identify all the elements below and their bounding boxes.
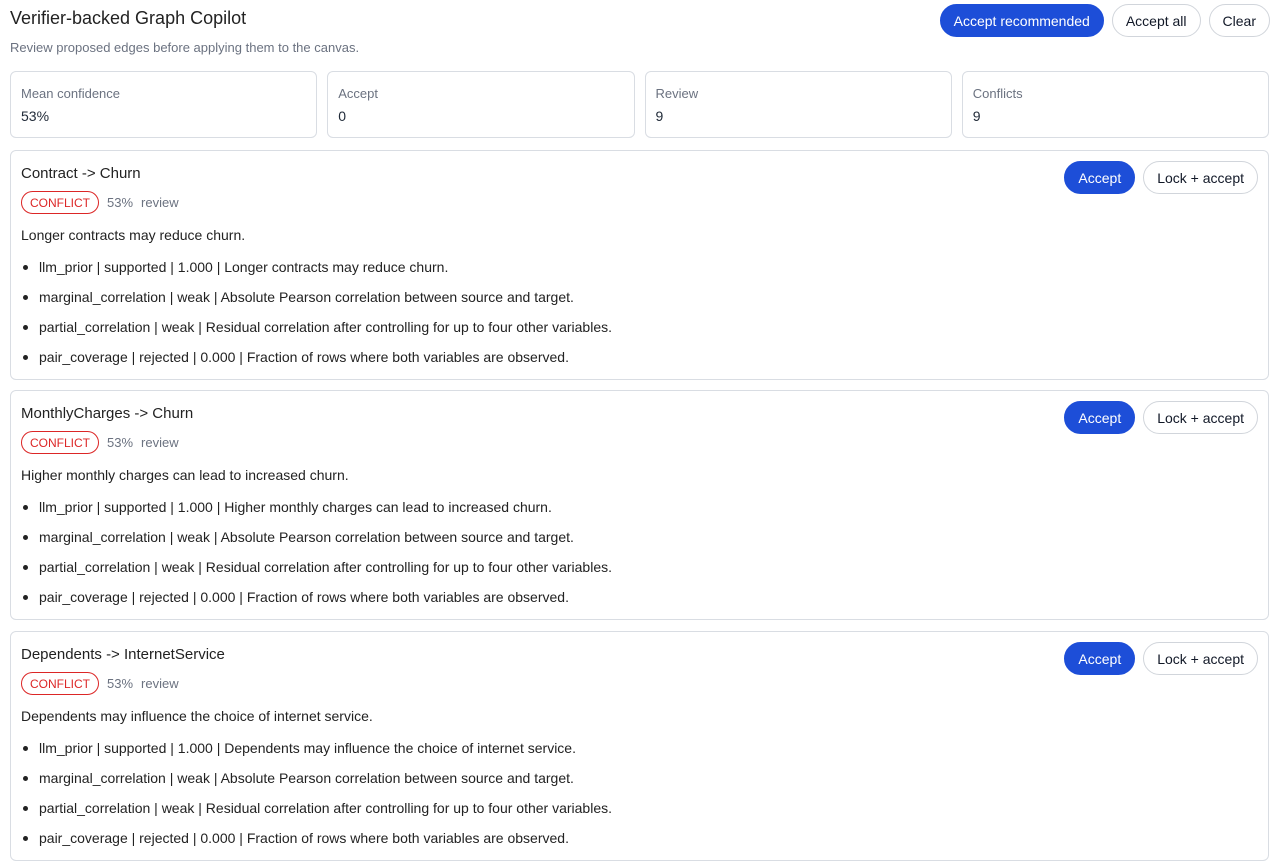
edge-title: MonthlyCharges -> Churn	[21, 405, 194, 422]
edge-status: review	[141, 676, 179, 691]
stat-conflicts: Conflicts 9	[961, 71, 1269, 138]
accept-button[interactable]: Accept	[1064, 642, 1136, 675]
edge-description: Higher monthly charges can lead to incre…	[21, 467, 349, 483]
evidence-item: partial_correlation | weak | Residual co…	[21, 312, 612, 342]
stat-value: 0	[338, 108, 347, 124]
edge-meta: CONFLICT 53% review	[21, 191, 179, 214]
stat-label: Mean confidence	[21, 86, 121, 101]
confidence-value: 53%	[107, 195, 134, 210]
stat-review: Review 9	[644, 71, 952, 138]
edge-title: Dependents -> InternetService	[21, 646, 225, 663]
evidence-item: marginal_correlation | weak | Absolute P…	[21, 522, 612, 552]
edge-actions: Accept Lock + accept	[1064, 161, 1258, 194]
conflict-badge: CONFLICT	[21, 431, 99, 454]
edge-meta: CONFLICT 53% review	[21, 672, 179, 695]
stat-mean-confidence: Mean confidence 53%	[10, 71, 318, 138]
edge-card: Contract -> Churn CONFLICT 53% review Lo…	[10, 150, 1269, 380]
accept-button[interactable]: Accept	[1064, 161, 1136, 194]
page-subtitle: Review proposed edges before applying th…	[10, 40, 360, 55]
evidence-list: llm_prior | supported | 1.000 | Higher m…	[21, 492, 612, 612]
edge-description: Longer contracts may reduce churn.	[21, 227, 246, 243]
evidence-list: llm_prior | supported | 1.000 | Longer c…	[21, 252, 612, 372]
edge-status: review	[141, 435, 179, 450]
lock-accept-button[interactable]: Lock + accept	[1143, 642, 1258, 675]
header: Verifier-backed Graph Copilot Review pro…	[10, 0, 1270, 64]
edge-status: review	[141, 195, 179, 210]
edge-meta: CONFLICT 53% review	[21, 431, 179, 454]
confidence-value: 53%	[107, 676, 134, 691]
stat-label: Review	[655, 86, 699, 101]
accept-recommended-button[interactable]: Accept recommended	[939, 4, 1104, 37]
evidence-item: llm_prior | supported | 1.000 | Longer c…	[21, 252, 612, 282]
stat-label: Accept	[338, 86, 378, 101]
stat-value: 9	[655, 108, 664, 124]
stat-value: 53%	[21, 108, 50, 124]
conflict-badge: CONFLICT	[21, 191, 99, 214]
page-title: Verifier-backed Graph Copilot	[10, 8, 247, 28]
clear-button[interactable]: Clear	[1208, 4, 1270, 37]
accept-all-button[interactable]: Accept all	[1111, 4, 1201, 37]
edge-title: Contract -> Churn	[21, 165, 141, 182]
lock-accept-button[interactable]: Lock + accept	[1143, 401, 1258, 434]
edge-description: Dependents may influence the choice of i…	[21, 708, 373, 724]
evidence-item: marginal_correlation | weak | Absolute P…	[21, 282, 612, 312]
evidence-item: llm_prior | supported | 1.000 | Higher m…	[21, 492, 612, 522]
evidence-item: marginal_correlation | weak | Absolute P…	[21, 763, 612, 793]
evidence-item: pair_coverage | rejected | 0.000 | Fract…	[21, 342, 612, 372]
edge-card: Dependents -> InternetService CONFLICT 5…	[10, 631, 1269, 861]
evidence-item: llm_prior | supported | 1.000 | Dependen…	[21, 733, 612, 763]
stats-row: Mean confidence 53% Accept 0 Review 9 Co…	[10, 71, 1269, 138]
confidence-value: 53%	[107, 435, 134, 450]
edge-card: MonthlyCharges -> Churn CONFLICT 53% rev…	[10, 390, 1269, 620]
evidence-item: pair_coverage | rejected | 0.000 | Fract…	[21, 823, 612, 853]
evidence-item: partial_correlation | weak | Residual co…	[21, 552, 612, 582]
edge-actions: Accept Lock + accept	[1064, 642, 1258, 675]
header-actions: Accept recommended Accept all Clear	[939, 4, 1270, 37]
accept-button[interactable]: Accept	[1064, 401, 1136, 434]
lock-accept-button[interactable]: Lock + accept	[1143, 161, 1258, 194]
evidence-list: llm_prior | supported | 1.000 | Dependen…	[21, 733, 612, 853]
evidence-item: partial_correlation | weak | Residual co…	[21, 793, 612, 823]
stat-label: Conflicts	[972, 86, 1023, 101]
conflict-badge: CONFLICT	[21, 672, 99, 695]
evidence-item: pair_coverage | rejected | 0.000 | Fract…	[21, 582, 612, 612]
stat-accept: Accept 0	[327, 71, 635, 138]
edge-actions: Accept Lock + accept	[1064, 401, 1258, 434]
stat-value: 9	[972, 108, 981, 124]
